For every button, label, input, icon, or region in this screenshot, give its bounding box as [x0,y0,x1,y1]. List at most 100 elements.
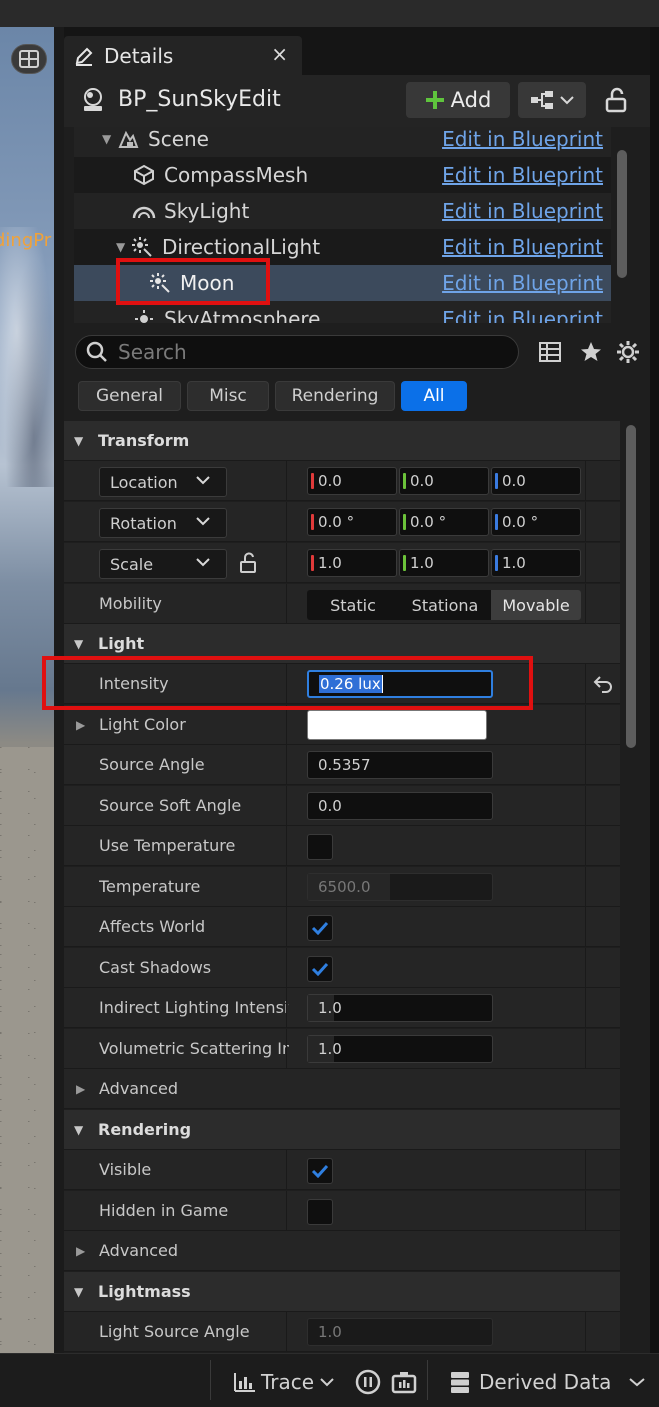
blueprint-actor-icon [80,87,106,113]
edit-in-blueprint-link[interactable]: Edit in Blueprint [442,127,603,151]
scale-x-field[interactable]: 1.0 [307,549,397,577]
tree-item-label: CompassMesh [164,163,309,187]
use-temperature-checkbox[interactable] [307,834,333,860]
floor-grid [0,747,56,1353]
scale-y-field[interactable]: 1.0 [399,549,489,577]
pencil-icon [75,47,93,66]
row-rotation: Rotation 0.0 ° 0.0 ° 0.0 ° [64,502,620,542]
indirect-lighting-field[interactable]: 1.0 [307,994,493,1022]
property-scrollbar[interactable] [626,425,636,748]
property-label: Use Temperature [99,836,236,855]
hierarchy-options-button[interactable] [518,82,586,118]
add-component-button[interactable]: Add [406,82,510,118]
scale-y-value: 1.0 [410,554,434,572]
layout-grid-icon [19,50,39,68]
filter-general[interactable]: General [78,381,181,411]
row-use-temperature: Use Temperature [64,826,620,866]
screenshot-button[interactable] [391,1367,417,1397]
row-light-advanced[interactable]: ▶ Advanced [64,1069,620,1109]
chevron-down-icon [196,476,210,485]
section-label: Lightmass [98,1282,191,1301]
expand-arrow-icon[interactable]: ▶ [76,1082,85,1096]
mobility-movable[interactable]: Movable [491,590,581,620]
edit-in-blueprint-link[interactable]: Edit in Blueprint [442,235,603,259]
settings-button[interactable] [614,338,642,366]
lock-selection-button[interactable] [602,86,632,114]
rotation-x-value: 0.0 ° [318,513,355,531]
tree-scrollbar[interactable] [617,150,627,278]
tab-label: Details [104,43,174,68]
source-angle-field[interactable]: 0.5357 [307,751,493,779]
section-lightmass[interactable]: ▼ Lightmass [64,1272,620,1312]
mobility-static[interactable]: Static [307,590,399,620]
cast-shadows-checkbox[interactable] [307,956,333,982]
close-icon[interactable]: × [271,42,288,66]
property-matrix-button[interactable] [536,338,564,366]
edit-in-blueprint-link[interactable]: Edit in Blueprint [442,163,603,187]
edit-in-blueprint-link[interactable]: Edit in Blueprint [442,307,603,323]
tree-item-label: SkyAtmosphere [164,307,321,323]
expand-arrow-icon[interactable]: ▼ [116,240,130,254]
rotation-z-field[interactable]: 0.0 ° [491,508,581,536]
collapse-arrow-icon[interactable]: ▼ [74,1285,86,1299]
source-soft-angle-value: 0.0 [318,797,342,815]
property-label: Light Color [99,715,186,734]
location-dropdown[interactable]: Location [99,467,227,497]
collapse-arrow-icon[interactable]: ▼ [74,637,86,651]
chevron-down-icon [629,1378,646,1387]
edit-in-blueprint-link[interactable]: Edit in Blueprint [442,271,603,295]
location-z-field[interactable]: 0.0 [491,467,581,495]
expand-arrow-icon[interactable]: ▶ [76,1244,85,1258]
volumetric-scattering-field[interactable]: 1.0 [307,1035,493,1063]
rotation-y-field[interactable]: 0.0 ° [399,508,489,536]
derived-data-menu[interactable]: Derived Data [449,1367,646,1397]
trace-menu[interactable]: Trace [233,1367,334,1397]
checkmark-icon [311,921,329,935]
status-separator [210,1360,211,1400]
row-volumetric-scattering: Volumetric Scattering In... 1.0 [64,1029,620,1069]
collapse-arrow-icon[interactable]: ▼ [74,1123,86,1137]
section-rendering[interactable]: ▼ Rendering [64,1110,620,1150]
unlock-icon[interactable] [238,551,262,575]
tree-item-skylight[interactable]: SkyLight Edit in Blueprint [74,193,611,229]
visible-checkbox[interactable] [307,1158,333,1184]
collapse-arrow-icon[interactable]: ▼ [74,434,86,448]
section-transform[interactable]: ▼ Transform [64,421,620,461]
tab-details[interactable]: Details × [64,36,302,75]
blueprint-name: BP_SunSkyEdit [118,87,281,112]
tree-item-label: DirectionalLight [162,235,321,259]
light-color-swatch[interactable] [307,710,487,740]
search-input[interactable] [118,340,498,364]
filter-rendering[interactable]: Rendering [275,381,395,411]
gear-icon [617,341,639,363]
expand-arrow-icon[interactable]: ▼ [102,132,116,146]
mobility-stationary[interactable]: Stationa [399,590,491,620]
scene-icon [116,127,140,151]
trace-label: Trace [261,1370,315,1394]
location-x-field[interactable]: 0.0 [307,467,397,495]
expand-arrow-icon[interactable]: ▶ [76,718,85,732]
edit-in-blueprint-link[interactable]: Edit in Blueprint [442,199,603,223]
reset-to-default-icon[interactable] [592,674,614,694]
scale-z-field[interactable]: 1.0 [491,549,581,577]
scale-dropdown[interactable]: Scale [99,549,227,579]
hidden-in-game-checkbox[interactable] [307,1199,333,1225]
favorites-button[interactable] [577,338,605,366]
filter-all[interactable]: All [401,381,467,411]
source-soft-angle-field[interactable]: 0.0 [307,792,493,820]
tree-item-scene[interactable]: ▼ Scene Edit in Blueprint [74,127,611,157]
trace-record-button[interactable] [355,1367,381,1397]
viewport-layout-button[interactable] [11,44,47,74]
location-x-value: 0.0 [318,472,342,490]
row-affects-world: Affects World [64,907,620,947]
rotation-x-field[interactable]: 0.0 ° [307,508,397,536]
property-grid: ▼ Transform Location 0.0 0.0 0.0 Rotatio… [64,420,620,1353]
tree-item-compassmesh[interactable]: CompassMesh Edit in Blueprint [74,157,611,193]
affects-world-checkbox[interactable] [307,915,333,941]
location-y-field[interactable]: 0.0 [399,467,489,495]
details-search[interactable] [75,335,519,369]
filter-misc[interactable]: Misc [187,381,269,411]
directional-light-icon [130,235,154,259]
rotation-dropdown[interactable]: Rotation [99,508,227,538]
row-rendering-advanced[interactable]: ▶ Advanced [64,1231,620,1271]
